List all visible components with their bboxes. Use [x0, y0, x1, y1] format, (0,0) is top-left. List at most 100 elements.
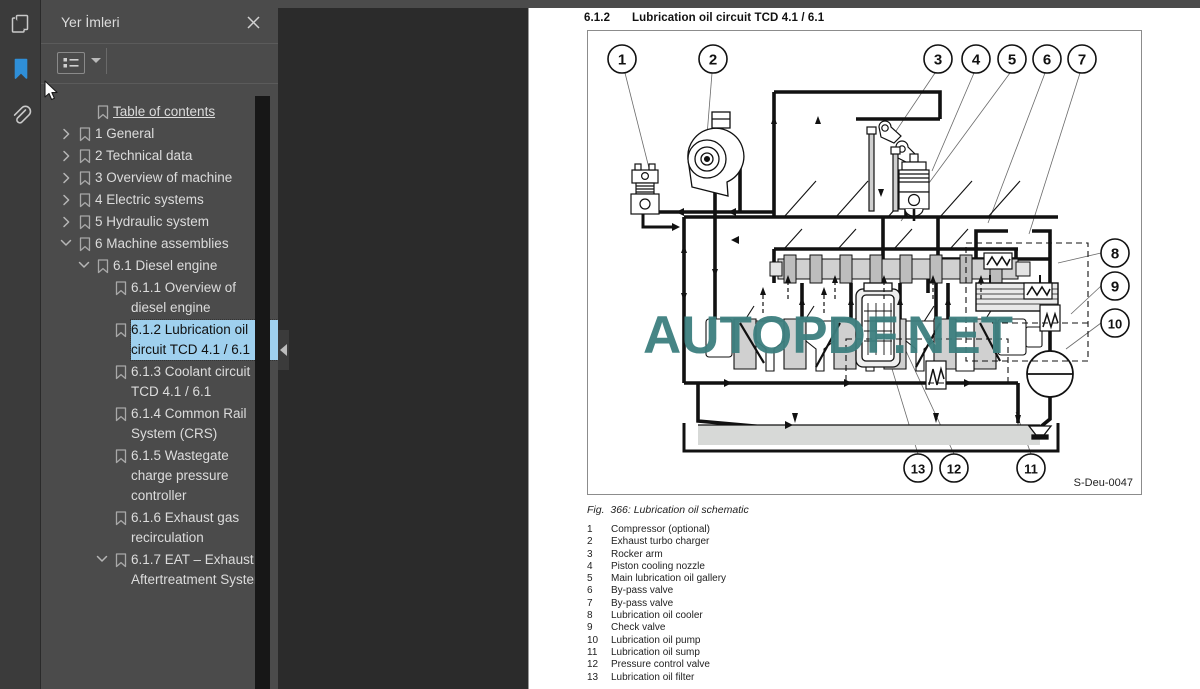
- bookmark-item-c613[interactable]: 6.1.3 Coolant circuit TCD 4.1 / 6.1: [41, 361, 278, 403]
- legend-key: 11: [587, 646, 598, 658]
- bookmark-item-icon: [75, 234, 95, 252]
- svg-text:6: 6: [1043, 52, 1051, 69]
- svg-text:1: 1: [618, 52, 626, 69]
- bookmark-item-icon: [75, 124, 95, 142]
- chevron-right-icon[interactable]: [57, 212, 75, 228]
- chevron-down-icon[interactable]: [57, 234, 75, 248]
- pages-icon[interactable]: [0, 0, 41, 46]
- bookmark-item-c612[interactable]: 6.1.2 Lubrication oil circuit TCD 4.1 / …: [41, 319, 278, 361]
- bookmark-item-c6[interactable]: 6 Machine assemblies: [41, 233, 278, 255]
- bookmark-item-icon: [111, 320, 131, 338]
- bookmark-item-c3[interactable]: 3 Overview of machine: [41, 167, 278, 189]
- legend-value: Lubrication oil cooler: [611, 610, 703, 622]
- bookmark-item-label: 2 Technical data: [95, 148, 193, 163]
- legend-value: Rocker arm: [611, 548, 663, 560]
- bookmark-tree[interactable]: Table of contents 1 General 2 Technical da…: [41, 85, 278, 689]
- attachment-icon[interactable]: [0, 92, 41, 138]
- figure-caption-prefix: Fig.: [587, 504, 605, 516]
- legend-row: 5 Main lubrication oil gallery: [587, 573, 987, 585]
- close-icon[interactable]: [242, 11, 264, 33]
- chevron-left-icon: [280, 344, 287, 356]
- bookmark-item-icon: [111, 404, 131, 422]
- legend-value: Check valve: [611, 622, 666, 634]
- bookmark-item-c617[interactable]: 6.1.7 EAT – Exhaust Aftertreatment Syste…: [41, 549, 278, 591]
- legend-key: 6: [587, 585, 593, 597]
- legend-value: Piston cooling nozzle: [611, 560, 705, 572]
- heading-number: 6.1.2: [584, 12, 611, 24]
- legend-row: 3 Rocker arm: [587, 549, 987, 561]
- bookmark-item-label: 3 Overview of machine: [95, 170, 233, 185]
- toolbar-separator: [106, 48, 107, 74]
- bookmark-panel-toolbar: [41, 44, 278, 84]
- legend-value: Lubrication oil pump: [611, 634, 701, 646]
- legend-key: 10: [587, 634, 599, 646]
- legend-value: Compressor (optional): [611, 524, 710, 535]
- bookmark-item-label: 6 Machine assemblies: [95, 236, 229, 251]
- legend-value: Pressure control valve: [611, 659, 710, 671]
- pdf-page: 6.1.2 Lubrication oil circuit TCD 4.1 / 6…: [528, 8, 1200, 689]
- svg-text:9: 9: [1111, 279, 1119, 296]
- bookmark-item-icon: [75, 146, 95, 164]
- svg-text:5: 5: [1008, 52, 1016, 69]
- legend-row: 6 By-pass valve: [587, 585, 987, 597]
- figure-drawing-code: S-Deu-0047: [1073, 477, 1133, 489]
- bookmark-item-c1[interactable]: 1 General: [41, 123, 278, 145]
- svg-text:13: 13: [911, 462, 925, 477]
- legend-key: 5: [587, 573, 593, 585]
- bookmark-item-icon: [111, 446, 131, 464]
- chevron-right-icon[interactable]: [57, 146, 75, 162]
- svg-text:7: 7: [1078, 52, 1086, 69]
- legend-key: 1: [587, 524, 593, 535]
- bookmark-item-icon: [111, 362, 131, 380]
- bookmark-item-label: Table of contents: [113, 104, 216, 119]
- bookmark-item-icon: [93, 102, 113, 120]
- bookmark-item-c2[interactable]: 2 Technical data: [41, 145, 278, 167]
- legend-row: 1 Compressor (optional): [587, 524, 987, 536]
- bookmark-item-icon: [75, 212, 95, 230]
- bookmark-item-icon: [111, 278, 131, 296]
- sidebar-icon-rail: [0, 0, 41, 689]
- legend-row: 7 By-pass valve: [587, 598, 987, 610]
- legend-row: 4 Piston cooling nozzle: [587, 561, 987, 573]
- legend-value: By-pass valve: [611, 597, 674, 609]
- bookmark-item-icon: [93, 256, 113, 274]
- legend-key: 8: [587, 610, 593, 622]
- legend-key: 7: [587, 597, 593, 609]
- chevron-down-icon[interactable]: [93, 550, 111, 564]
- bookmark-item-c4[interactable]: 4 Electric systems: [41, 189, 278, 211]
- legend-key: 3: [587, 548, 593, 560]
- bookmark-item-c611[interactable]: 6.1.1 Overview of diesel engine: [41, 277, 278, 319]
- legend-value: Main lubrication oil gallery: [611, 573, 727, 585]
- bookmark-scrollbar-track[interactable]: [255, 96, 522, 689]
- sidebar-collapse-handle[interactable]: [278, 330, 289, 370]
- chevron-down-icon[interactable]: [91, 58, 101, 63]
- bookmark-item-label: 4 Electric systems: [95, 192, 204, 207]
- chevron-right-icon[interactable]: [57, 190, 75, 206]
- bookmark-item-c5[interactable]: 5 Hydraulic system: [41, 211, 278, 233]
- bookmark-item-c615[interactable]: 6.1.5 Wastegate charge pressure controll…: [41, 445, 278, 507]
- bookmark-item-icon: [75, 168, 95, 186]
- bookmark-item-c61[interactable]: 6.1 Diesel engine: [41, 255, 278, 277]
- chevron-right-icon[interactable]: [57, 124, 75, 140]
- bookmark-item-label: 6.1 Diesel engine: [113, 258, 218, 273]
- legend-row: 13 Lubrication oil filter: [587, 672, 987, 684]
- chevron-right-icon[interactable]: [57, 168, 75, 184]
- bookmark-item-c614[interactable]: 6.1.4 Common Rail System (CRS): [41, 403, 278, 445]
- chevron-down-icon[interactable]: [75, 256, 93, 270]
- page-heading: 6.1.2 Lubrication oil circuit TCD 4.1 / 6…: [584, 12, 824, 24]
- legend-row: 12 Pressure control valve: [587, 659, 987, 671]
- list-options-icon[interactable]: [57, 52, 85, 74]
- bookmark-item-c616[interactable]: 6.1.6 Exhaust gas recirculation: [41, 507, 278, 549]
- bookmark-item-label: 1 General: [95, 126, 155, 141]
- figure-legend: 1 Compressor (optional) 2 Exhaust turbo cha…: [587, 524, 987, 684]
- figure-caption-text: Lubrication oil schematic: [633, 504, 749, 516]
- legend-key: 12: [587, 659, 599, 671]
- bookmark-icon[interactable]: [0, 46, 41, 92]
- svg-text:2: 2: [709, 52, 717, 69]
- figure-frame: 1 2 3 4 5 6 7 8 9 10 11 12 13 S-Deu-0047: [587, 30, 1142, 495]
- bookmark-item-toc[interactable]: Table of contents: [41, 101, 278, 123]
